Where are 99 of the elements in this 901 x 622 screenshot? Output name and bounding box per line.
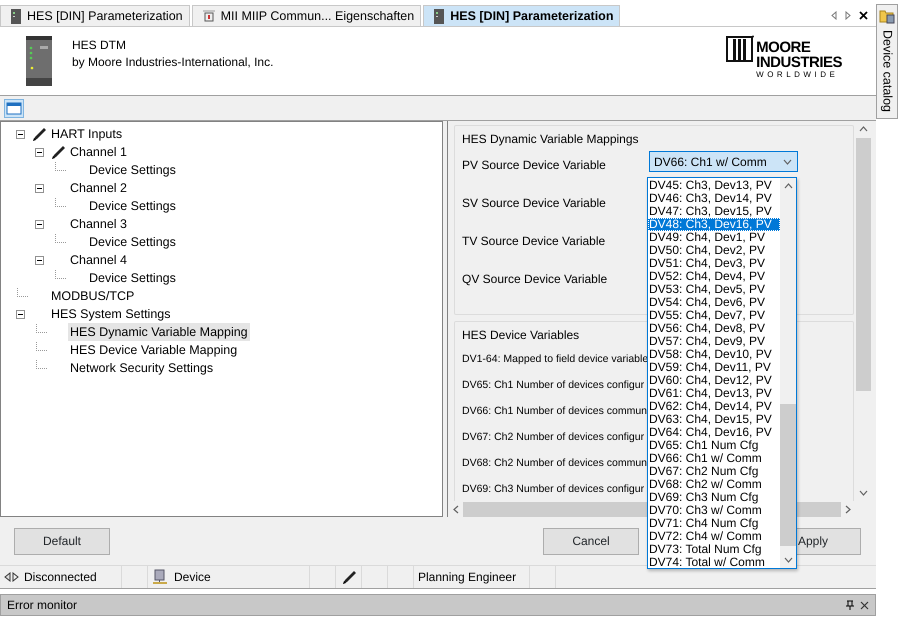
collapse-icon[interactable] xyxy=(16,310,25,318)
scroll-up-icon[interactable] xyxy=(859,126,868,132)
collapse-icon[interactable] xyxy=(16,130,25,138)
scroll-down-icon[interactable] xyxy=(784,557,792,563)
dropdown-option[interactable]: DV71: Ch4 Num Cfg xyxy=(648,517,780,530)
dropdown-option[interactable]: DV58: Ch4, Dev10, PV xyxy=(648,348,780,361)
tree-item[interactable]: HART Inputs xyxy=(49,124,124,144)
group-title: HES Dynamic Variable Mappings xyxy=(462,131,639,148)
variable-description: DV68: Ch2 Number of devices commun xyxy=(462,456,647,471)
dropdown-option[interactable]: DV48: Ch3, Dev16, PV xyxy=(648,218,780,231)
tree-item[interactable]: Channel 1 xyxy=(68,142,129,162)
dropdown-option[interactable]: DV57: Ch4, Dev9, PV xyxy=(648,335,780,348)
tree-item[interactable]: Channel 3 xyxy=(68,214,129,234)
dropdown-option[interactable]: DV54: Ch4, Dev6, PV xyxy=(648,296,780,309)
collapse-icon[interactable] xyxy=(35,256,44,264)
dropdown-option[interactable]: DV67: Ch2 Num Cfg xyxy=(648,465,780,478)
action-button[interactable]: Default xyxy=(14,528,110,554)
document-tab[interactable]: MII MIIP Commun... Eigenschaften xyxy=(192,5,422,26)
dropdown-option[interactable]: DV65: Ch1 Num Cfg xyxy=(648,439,780,452)
window-icon[interactable] xyxy=(4,98,24,118)
dropdown-option[interactable]: DV53: Ch4, Dev5, PV xyxy=(648,283,780,296)
folder-icon xyxy=(879,8,895,24)
logo-mark-icon xyxy=(726,35,754,62)
tree-item[interactable]: HES Device Variable Mapping xyxy=(68,340,240,360)
scroll-left-icon[interactable] xyxy=(453,504,459,514)
dropdown-option[interactable]: DV63: Ch4, Dev15, PV xyxy=(648,413,780,426)
tree-item[interactable]: HES Dynamic Variable Mapping xyxy=(68,322,250,342)
tab-scroll-right-icon[interactable] xyxy=(845,11,851,20)
dropdown-option[interactable]: DV68: Ch2 w/ Comm xyxy=(648,478,780,491)
tree-item[interactable]: Channel 2 xyxy=(68,178,129,198)
list-scrollbar[interactable] xyxy=(780,178,796,568)
device-module-drawing xyxy=(26,36,52,86)
dropdown-option[interactable]: DV66: Ch1 w/ Comm xyxy=(648,452,780,465)
close-icon[interactable] xyxy=(860,600,869,610)
vendor-name: by Moore Industries-International, Inc. xyxy=(72,54,274,71)
collapse-icon[interactable] xyxy=(35,184,44,192)
computer-icon xyxy=(152,569,168,585)
tab-scroll-left-icon[interactable] xyxy=(831,11,837,20)
tree-item[interactable]: Device Settings xyxy=(87,268,178,288)
dropdown-option[interactable]: DV61: Ch4, Dev13, PV xyxy=(648,387,780,400)
dropdown-option[interactable]: DV69: Ch3 Num Cfg xyxy=(648,491,780,504)
dropdown-option[interactable]: DV60: Ch4, Dev12, PV xyxy=(648,374,780,387)
dropdown-option[interactable]: DV56: Ch4, Dev8, PV xyxy=(648,322,780,335)
scroll-right-icon[interactable] xyxy=(845,504,851,514)
field-label: SV Source Device Variable xyxy=(462,195,607,212)
panel-title: Error monitor xyxy=(7,597,78,614)
device-icon xyxy=(434,8,444,24)
product-name: HES DTM xyxy=(72,37,127,54)
variable-description: DV66: Ch1 Number of devices commun xyxy=(462,404,647,419)
side-tab[interactable]: Device catalog xyxy=(876,4,898,119)
logo-text: INDUSTRIES xyxy=(756,55,842,70)
close-icon[interactable] xyxy=(859,11,868,20)
pencil-icon xyxy=(341,568,358,586)
pin-icon[interactable] xyxy=(846,600,854,610)
dropdown-option[interactable]: DV64: Ch4, Dev16, PV xyxy=(648,426,780,439)
dropdown-option[interactable]: DV49: Ch4, Dev1, PV xyxy=(648,231,780,244)
collapse-icon[interactable] xyxy=(35,220,44,228)
device-icon xyxy=(11,8,21,24)
chevron-down-icon[interactable] xyxy=(783,158,792,164)
tree-item[interactable]: Network Security Settings xyxy=(68,358,216,378)
dropdown-option[interactable]: DV74: Total w/ Comm xyxy=(648,556,780,569)
dropdown-option[interactable]: DV59: Ch4, Dev11, PV xyxy=(648,361,780,374)
scroll-up-icon[interactable] xyxy=(784,183,792,189)
dropdown-option[interactable]: DV55: Ch4, Dev7, PV xyxy=(648,309,780,322)
field-label: TV Source Device Variable xyxy=(462,233,606,250)
field-label: PV Source Device Variable xyxy=(462,157,607,174)
side-tab-label: Device catalog xyxy=(879,30,896,112)
variable-description: DV1-64: Mapped to field device variable xyxy=(462,352,648,367)
status-text: Device xyxy=(174,569,211,586)
tree-item[interactable]: Channel 4 xyxy=(68,250,129,270)
collapse-icon[interactable] xyxy=(35,148,44,156)
document-tab[interactable]: HES [DIN] Parameterization xyxy=(0,5,190,26)
tree-item[interactable]: Device Settings xyxy=(87,160,178,180)
tree-item[interactable]: HES System Settings xyxy=(49,304,172,324)
logo-text: WORLDWIDE xyxy=(756,70,840,80)
tree-item[interactable]: MODBUS/TCP xyxy=(49,286,136,306)
dropdown-option[interactable]: DV51: Ch4, Dev3, PV xyxy=(648,257,780,270)
dropdown-option[interactable]: DV47: Ch3, Dev15, PV xyxy=(648,205,780,218)
status-text: Disconnected xyxy=(24,569,97,586)
dropdown-option[interactable]: DV45: Ch3, Dev13, PV xyxy=(648,179,780,192)
group-title: HES Device Variables xyxy=(462,327,580,344)
dropdown-field[interactable]: DV66: Ch1 w/ Comm xyxy=(649,151,798,172)
status-text: Planning Engineer xyxy=(418,569,516,586)
tree-item[interactable]: Device Settings xyxy=(87,232,178,252)
variable-description: DV65: Ch1 Number of devices configur xyxy=(462,378,644,393)
variable-description: DV69: Ch3 Number of devices configur xyxy=(462,482,644,497)
variable-description: DV67: Ch2 Number of devices configur xyxy=(462,430,644,445)
tree-item[interactable]: Device Settings xyxy=(87,196,178,216)
field-label: QV Source Device Variable xyxy=(462,271,608,288)
dropdown-option[interactable]: DV46: Ch3, Dev14, PV xyxy=(648,192,780,205)
dropdown-option[interactable]: DV52: Ch4, Dev4, PV xyxy=(648,270,780,283)
document-tab[interactable]: HES [DIN] Parameterization xyxy=(423,5,620,26)
module-icon xyxy=(202,9,215,23)
scroll-down-icon[interactable] xyxy=(859,490,868,496)
dropdown-option[interactable]: DV50: Ch4, Dev2, PV xyxy=(648,244,780,257)
disconnected-plug-icon xyxy=(4,572,20,582)
logo-text: MOORE xyxy=(756,40,812,55)
dropdown-option[interactable]: DV62: Ch4, Dev14, PV xyxy=(648,400,780,413)
action-button[interactable]: Cancel xyxy=(543,528,639,554)
